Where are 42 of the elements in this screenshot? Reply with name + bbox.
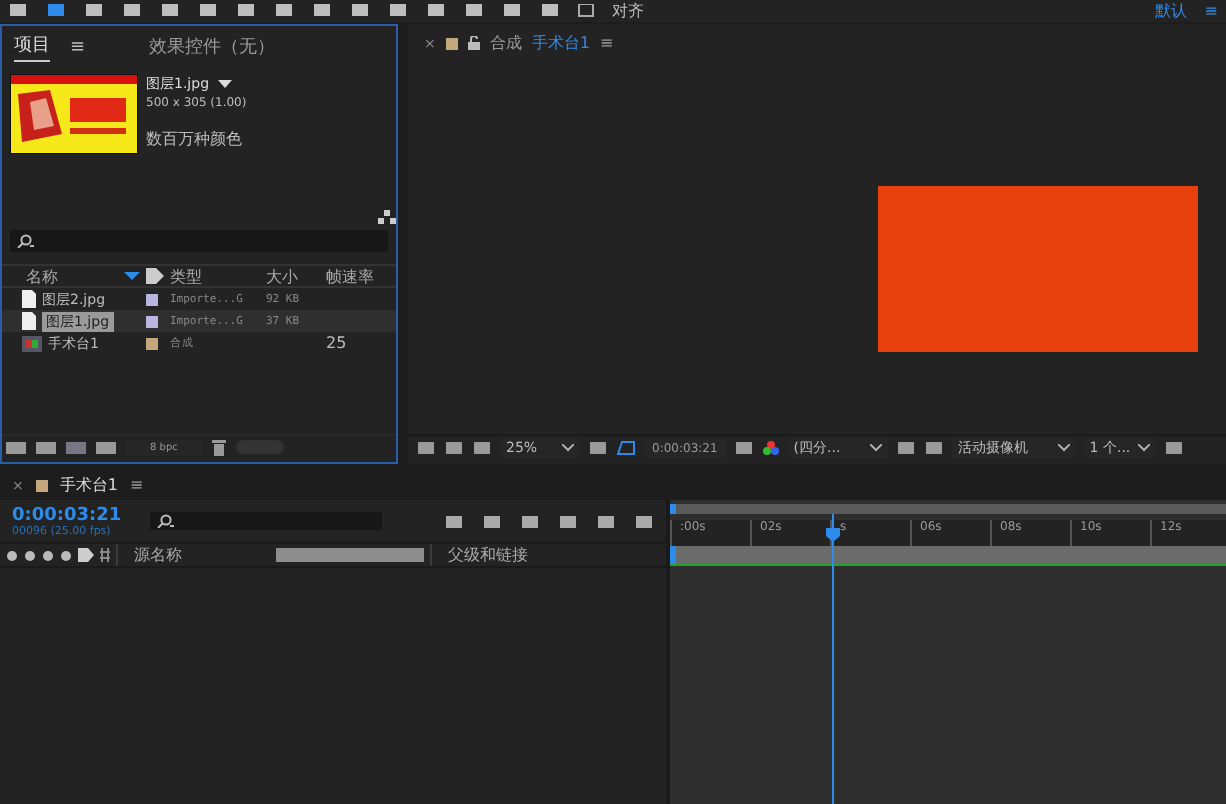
caret-icon bbox=[562, 444, 574, 452]
column-header[interactable]: 类型 bbox=[170, 265, 266, 287]
panel-tab[interactable]: 项目 bbox=[14, 32, 50, 62]
current-time[interactable]: 0:00:03:21 bbox=[12, 505, 133, 525]
align-label: 对齐 bbox=[612, 1, 644, 21]
label-color-swatch[interactable] bbox=[146, 293, 158, 305]
column-header[interactable]: 大小 bbox=[266, 265, 326, 287]
label-color-swatch[interactable] bbox=[146, 315, 158, 327]
menu-icon[interactable]: ≡ bbox=[70, 37, 86, 57]
color-depth-text: 数百万种颜色 bbox=[146, 128, 244, 150]
search-field[interactable] bbox=[150, 512, 382, 530]
caret-icon[interactable] bbox=[217, 79, 232, 89]
menu-icon[interactable]: ≡ bbox=[1204, 1, 1218, 21]
caret-icon bbox=[1057, 444, 1070, 452]
playhead-handle-icon[interactable] bbox=[825, 528, 840, 542]
label-icon[interactable] bbox=[146, 268, 164, 284]
caret-icon bbox=[869, 444, 882, 452]
checkbox-icon[interactable] bbox=[578, 4, 594, 18]
sort-icon[interactable] bbox=[124, 272, 140, 280]
menu-icon[interactable]: ≡ bbox=[599, 34, 614, 52]
column-header[interactable]: 父级和链接 bbox=[430, 544, 544, 566]
column-header[interactable]: 名称 bbox=[26, 265, 58, 287]
channel-icon[interactable] bbox=[761, 440, 780, 456]
workspace-label[interactable]: 默认 bbox=[1154, 1, 1187, 21]
panel-tab[interactable]: 效果控件（无） bbox=[149, 33, 276, 61]
menu-icon[interactable]: ≡ bbox=[129, 476, 144, 494]
label-icon[interactable] bbox=[78, 548, 94, 562]
comp-tab[interactable]: 手术台1 bbox=[531, 32, 590, 54]
trash-icon[interactable] bbox=[211, 439, 226, 455]
column-header[interactable]: 帧速率 bbox=[326, 265, 386, 287]
number-icon bbox=[100, 548, 110, 562]
search-field[interactable] bbox=[10, 230, 388, 252]
transparency-icon[interactable] bbox=[616, 440, 636, 456]
label-color-swatch bbox=[35, 479, 48, 491]
column-header[interactable]: 源名称 bbox=[116, 544, 198, 566]
caret-icon bbox=[1137, 444, 1150, 452]
label-color-swatch bbox=[445, 37, 458, 49]
label-color-swatch[interactable] bbox=[146, 337, 158, 349]
comp-prefix: 合成 bbox=[489, 32, 522, 54]
hierarchy-icon[interactable] bbox=[378, 210, 396, 224]
frame-rate-cell: 25 bbox=[326, 334, 347, 352]
timeline-tab[interactable]: 手术台1 bbox=[59, 474, 118, 496]
